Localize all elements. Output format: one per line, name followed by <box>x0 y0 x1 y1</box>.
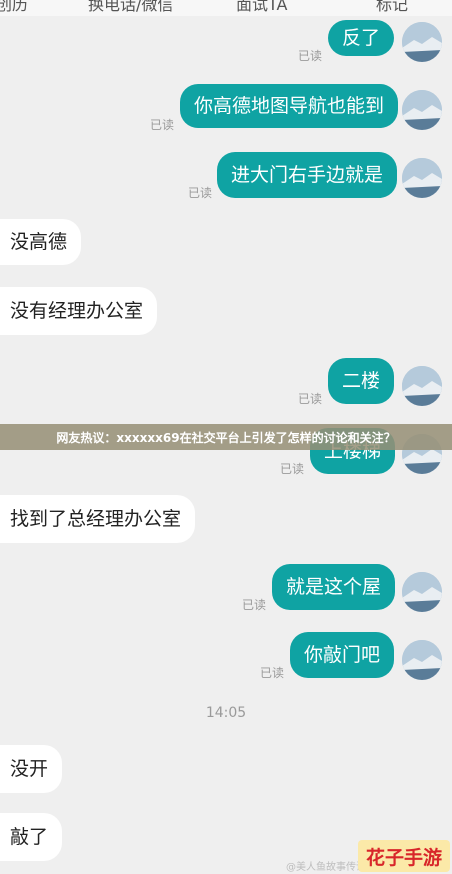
user-avatar[interactable] <box>402 158 442 198</box>
message-bubble[interactable]: 你敲门吧 <box>290 632 395 678</box>
message-bubble[interactable]: 没高德 <box>0 219 82 265</box>
message-bubble[interactable]: 找到了总经理办公室 <box>0 495 196 543</box>
user-avatar[interactable] <box>402 366 442 406</box>
message-bubble[interactable]: 敲了 <box>0 813 63 861</box>
user-avatar[interactable] <box>402 22 442 62</box>
read-receipt: 已读 <box>298 392 323 406</box>
message-bubble[interactable]: 没开 <box>0 745 63 793</box>
message-bubble[interactable]: 二楼 <box>328 358 395 404</box>
top-tab-strip: 创历 换电话/微信 面试TA 标记 <box>0 0 452 16</box>
read-receipt: 已读 <box>242 598 267 612</box>
message-bubble[interactable]: 没有经理办公室 <box>0 287 158 335</box>
message-bubble[interactable]: 你高德地图导航也能到 <box>180 84 399 128</box>
read-receipt: 已读 <box>260 666 285 680</box>
tab-resume[interactable]: 创历 <box>0 0 28 15</box>
message-bubble[interactable]: 反了 <box>328 20 395 56</box>
tab-exchange-contact[interactable]: 换电话/微信 <box>88 0 173 15</box>
message-bubble[interactable]: 就是这个屋 <box>272 564 396 610</box>
site-logo: 花子手游 <box>358 840 450 872</box>
read-receipt: 已读 <box>298 49 323 63</box>
headline-banner: 网友热议：xxxxxx69在社交平台上引发了怎样的讨论和关注？ <box>0 424 452 450</box>
user-avatar[interactable] <box>402 572 442 612</box>
chat-timestamp: 14:05 <box>205 705 247 721</box>
tab-interview[interactable]: 面试TA <box>236 0 287 15</box>
read-receipt: 已读 <box>188 186 213 200</box>
tab-mark[interactable]: 标记 <box>376 0 408 15</box>
watermark-text: @美人鱼故事传说 <box>286 862 366 873</box>
read-receipt: 已读 <box>280 462 305 476</box>
user-avatar[interactable] <box>402 640 442 680</box>
read-receipt: 已读 <box>150 118 175 132</box>
user-avatar[interactable] <box>402 90 442 130</box>
message-bubble[interactable]: 进大门右手边就是 <box>217 152 398 198</box>
